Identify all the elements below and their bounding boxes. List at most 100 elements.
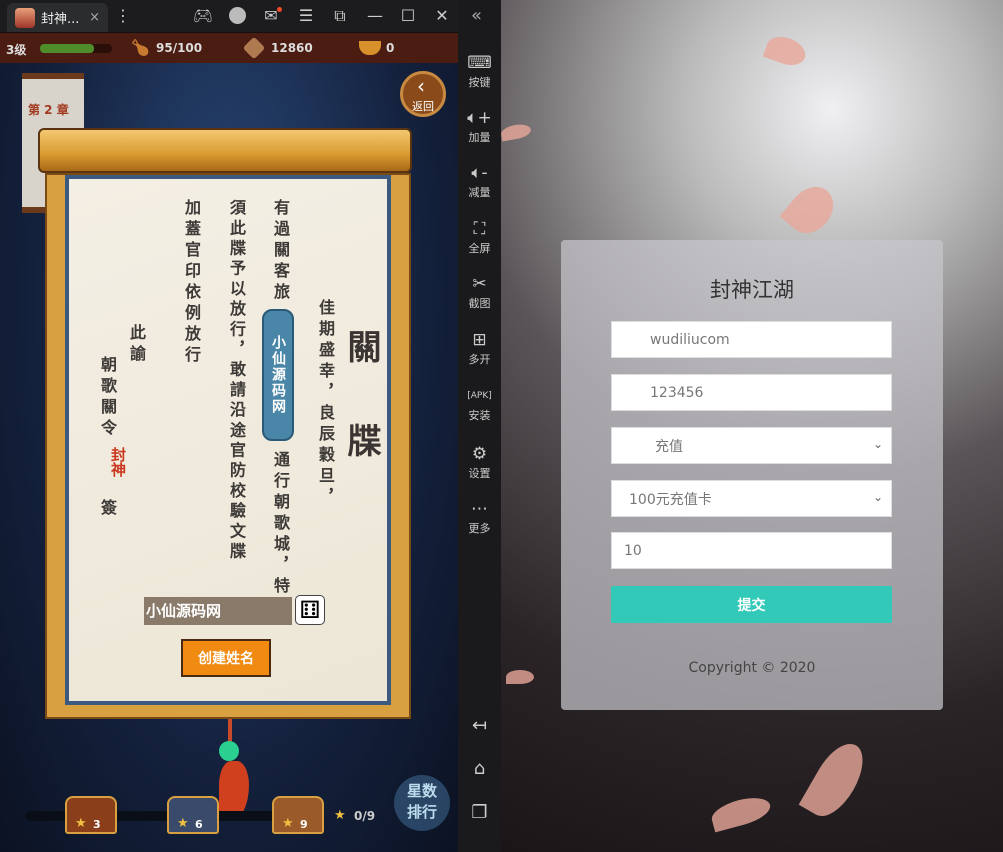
chest-stars: 6 [195,818,203,831]
scroll-text-col: 朝歌關令 [98,356,117,440]
star-icon: ★ [334,808,346,823]
home-icon[interactable]: ⌂ [458,758,501,779]
close-icon[interactable]: ✕ [431,6,453,25]
scroll-paper: 關牒 佳期盛幸，良辰穀旦， 有過關客旅 小仙源码网 通行朝歌城，特 須此牒予以放… [69,179,387,701]
password-input[interactable]: 123456 [611,374,892,411]
username-input[interactable]: wudiliucom [611,321,892,358]
sidebar-item-multi[interactable]: ⊞ 多开 [458,329,501,367]
drumstick-icon: 🍗︎ [130,38,151,57]
petal [708,792,774,833]
recents-icon[interactable]: ❐ [458,802,501,823]
submit-button[interactable]: 提交 [611,586,892,623]
sidebar-item-more[interactable]: ⋯ 更多 [458,498,501,536]
emulator-titlebar: 封神... × ⋮ 🎮︎ ✉ ☰ ⧉ — ☐ ✕ [0,0,458,32]
scroll-border: 關牒 佳期盛幸，良辰穀旦， 有過關客旅 小仙源码网 通行朝歌城，特 須此牒予以放… [65,175,391,705]
more-vertical-icon[interactable]: ⋮ [112,6,134,25]
fullscreen-icon: ⛶ [473,219,486,239]
app-icon [15,7,35,28]
star-ranking-button[interactable]: 星数排行 [394,775,450,831]
chevron-down-icon: ⌄ [872,490,883,504]
game-scene: 第 2 章 ‹ 返回 關牒 佳期盛幸，良辰穀旦， 有過關客旅 小仙源码网 通行朝… [0,63,458,852]
create-name-button[interactable]: 创建姓名 [181,639,271,677]
chevron-down-icon: ⌄ [872,437,883,451]
notification-dot [277,7,282,12]
recharge-form-card: 封神江湖 wudiliucom 123456 充值 ⌄ 100元充值卡 ⌄ 10 提… [561,240,943,710]
action-select[interactable]: 充值 ⌄ [611,427,892,464]
chest-button[interactable]: ★ 9 [272,796,324,834]
sidebar-item-label: 截图 [468,297,491,310]
sidebar-item-install[interactable]: [APK] 安装 [458,385,501,423]
sidebar-item-label: 多开 [468,353,491,366]
petal [500,122,532,142]
jade-bead-icon [219,741,239,761]
petal [506,670,534,684]
back-button[interactable]: ‹ 返回 [400,71,446,117]
app-tab[interactable]: 封神... × [7,3,108,32]
player-level: 3级 [6,43,27,57]
petal [798,735,874,825]
scroll-frame: 關牒 佳期盛幸，良辰穀旦， 有過關客旅 小仙源码网 通行朝歌城，特 須此牒予以放… [45,173,411,719]
petal [779,177,843,243]
star-progress-bar [25,811,280,821]
game-status-bar: 3级 🍗︎ 95/100 12860 0 [0,33,458,63]
apk-icon: [APK] [467,391,492,401]
sidebar-item-label: 减量 [468,186,491,199]
sidebar-item-label: 设置 [468,467,491,480]
chest-button[interactable]: ★ 6 [167,796,219,834]
scroll-text-col: 此諭 [127,324,146,366]
chest-stars: 3 [93,818,101,831]
collapse-icon[interactable]: « [471,5,482,26]
sidebar-item-label: 更多 [468,522,491,535]
name-input[interactable]: 小仙源码网 [144,597,292,625]
scroll-text-col: 佳期盛幸，良辰穀旦， [316,299,335,509]
scroll-text-col: 加蓋官印依例放行 [182,199,201,367]
sidebar-item-volume-down[interactable]: 🔈︎- 减量 [458,162,501,200]
gamepad-icon[interactable]: 🎮︎ [192,6,214,25]
volume-down-icon: 🔈︎- [471,163,488,183]
dice-random-icon[interactable]: ⚅ [295,595,325,625]
sidebar-item-volume-up[interactable]: 🔈︎+ 加量 [458,107,501,145]
minimize-icon[interactable]: — [364,6,386,25]
exp-bar-fill [40,44,94,53]
star-progress-text: 0/9 [354,809,376,823]
back-label: 返回 [412,100,434,113]
seal-stamp: 封神 [109,447,127,477]
tab-close-icon[interactable]: × [89,10,100,25]
petal [762,31,810,71]
card-type-select[interactable]: 100元充值卡 ⌄ [611,480,892,517]
chevron-left-icon: ‹ [417,74,425,98]
sidebar-item-label: 安装 [468,409,491,422]
chest-button[interactable]: ★ 3 [65,796,117,834]
sidebar-item-label: 加量 [468,131,491,144]
volume-up-icon: 🔈︎+ [467,108,492,128]
sidebar-item-label: 全屏 [468,242,491,255]
star-icon: ★ [282,816,294,831]
coin-icon [242,36,266,60]
watermark-badge: 小仙源码网 [262,309,294,441]
user-avatar-icon[interactable] [229,7,246,24]
scroll-text-col: 須此牒予以放行，敢請沿途官防校驗文牒 [227,199,246,563]
menu-icon[interactable]: ☰ [295,6,317,25]
keyboard-icon: ⌨ [467,53,492,73]
sidebar-item-fullscreen[interactable]: ⛶ 全屏 [458,218,501,256]
maximize-icon[interactable]: ☐ [397,6,419,25]
sidebar-item-screenshot[interactable]: ✂ 截图 [458,273,501,311]
settings-icon: ⚙ [471,444,488,464]
star-icon: ★ [177,816,189,831]
gold-ingot-icon [359,41,381,55]
star-icon: ★ [75,816,87,831]
back-icon[interactable]: ↤ [458,715,501,736]
coins-value: 12860 [271,41,313,55]
gold-value: 0 [386,41,395,55]
shrink-icon[interactable]: ⧉ [329,6,351,26]
quantity-input[interactable]: 10 [611,532,892,569]
chapter-label: 第 2 章 [28,103,69,117]
sidebar-item-keys[interactable]: ⌨ 按键 [458,52,501,90]
signature-char: 簽 [98,499,117,520]
card-select-value: 100元充值卡 [629,491,712,508]
action-select-value: 充值 [655,438,683,455]
more-icon: ⋯ [471,499,488,519]
tab-title: 封神... [41,12,80,27]
sidebar-item-settings[interactable]: ⚙ 设置 [458,443,501,481]
exp-bar [40,44,112,53]
